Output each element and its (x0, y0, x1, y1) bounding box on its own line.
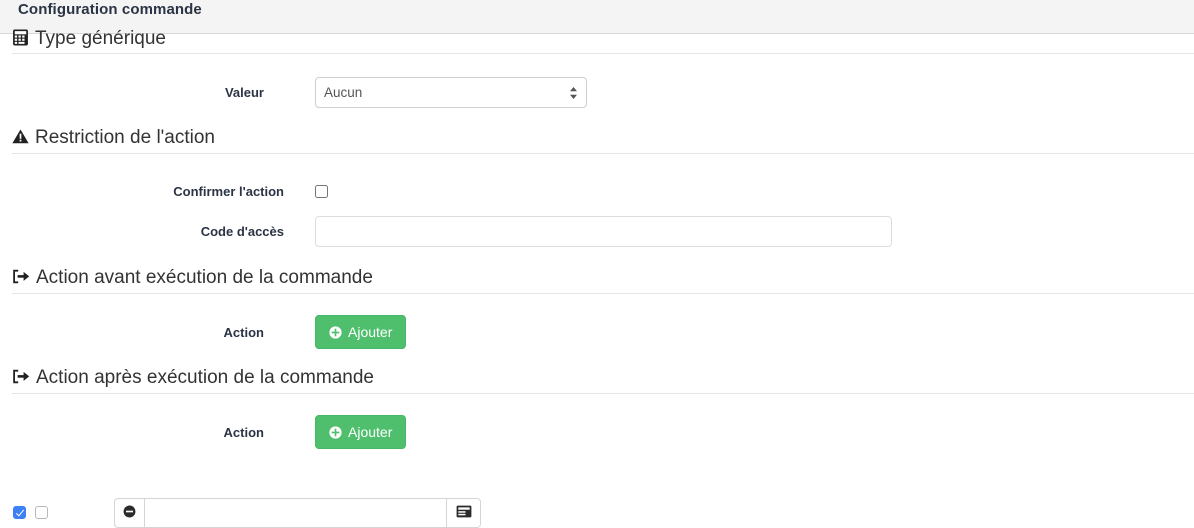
valeur-select-wrapper: Aucun (315, 77, 587, 108)
window-list-icon (456, 505, 472, 521)
section-title-text: Restriction de l'action (35, 127, 215, 148)
section-divider (12, 53, 1194, 54)
panel-header: Configuration commande (0, 0, 1194, 34)
action-expression-input[interactable] (144, 498, 447, 528)
action-apres-label: Action (223, 425, 264, 440)
action-expression-picker-button[interactable] (447, 498, 481, 528)
section-title-text: Action après exécution de la commande (36, 367, 374, 388)
valeur-label: Valeur (224, 85, 264, 100)
panel-title: Configuration commande (18, 1, 202, 18)
action-expression-group (114, 498, 481, 528)
sign-out-icon (12, 267, 30, 293)
action-row-checkbox-primary[interactable] (13, 506, 26, 519)
add-action-before-button[interactable]: Ajouter (315, 315, 407, 349)
action-avant-label: Action (223, 325, 264, 340)
action-row-checkbox-secondary[interactable] (35, 506, 48, 519)
plus-circle-icon (329, 325, 342, 339)
remove-action-button[interactable] (114, 498, 144, 528)
calculator-icon (12, 28, 29, 54)
minus-circle-icon (123, 505, 136, 521)
section-divider (12, 293, 1194, 294)
section-divider (12, 153, 1194, 154)
confirmer-action-checkbox[interactable] (315, 185, 328, 198)
warning-triangle-icon (12, 127, 29, 153)
confirmer-action-label: Confirmer l'action (173, 184, 284, 199)
code-acces-input[interactable] (315, 216, 892, 247)
plus-circle-icon (329, 425, 342, 439)
section-title-text: Action avant exécution de la commande (36, 267, 373, 288)
add-action-before-label: Ajouter (348, 324, 393, 340)
add-action-after-label: Ajouter (348, 424, 393, 440)
section-heading-type-generique: Type générique (12, 26, 166, 54)
valeur-select[interactable]: Aucun (315, 77, 587, 108)
section-heading-action-avant: Action avant exécution de la commande (12, 265, 373, 293)
section-divider (12, 393, 1194, 394)
section-heading-restriction: Restriction de l'action (12, 125, 215, 153)
section-title-text: Type générique (35, 28, 166, 49)
section-heading-action-apres: Action après exécution de la commande (12, 365, 374, 393)
configuration-form: Type générique Valeur Aucun Restriction … (0, 28, 1194, 528)
sign-out-icon (12, 367, 30, 393)
code-acces-label: Code d'accès (200, 224, 284, 239)
add-action-after-button[interactable]: Ajouter (315, 415, 407, 449)
